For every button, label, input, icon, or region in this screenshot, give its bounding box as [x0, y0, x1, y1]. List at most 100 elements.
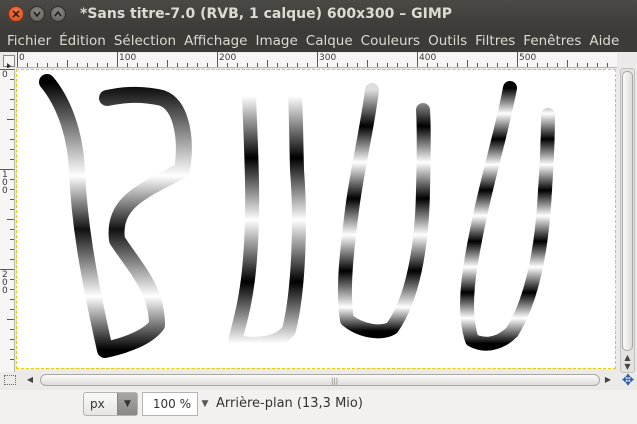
ruler-tick — [287, 63, 288, 67]
ruler-tick — [247, 63, 248, 67]
ruler-tick — [237, 63, 238, 67]
menu-outils[interactable]: Outils — [424, 33, 471, 49]
ruler-label: 200 — [2, 270, 8, 296]
ruler-tick — [10, 179, 14, 180]
minimize-button[interactable] — [29, 6, 45, 22]
maximize-button[interactable] — [50, 6, 66, 22]
ruler-tick — [10, 359, 14, 360]
menu-affichage[interactable]: Affichage — [180, 33, 251, 49]
ruler-tick — [7, 119, 14, 120]
ruler-tick — [367, 60, 368, 67]
ruler-tick — [10, 79, 14, 80]
horizontal-scroll-thumb[interactable]: ||| — [40, 374, 600, 386]
vertical-scroll-thumb[interactable] — [622, 71, 633, 351]
image-canvas[interactable] — [16, 69, 616, 369]
ruler-tick — [127, 63, 128, 67]
ruler-tick — [10, 199, 14, 200]
ruler-tick — [297, 63, 298, 67]
navigate-icon[interactable]: ✥ — [620, 372, 636, 388]
horizontal-scrollbar[interactable]: ◀ ||| ▶ — [22, 373, 615, 387]
ruler-tick — [597, 63, 598, 67]
stroke-banded — [228, 89, 306, 351]
menu-fichier[interactable]: Fichier — [3, 33, 55, 49]
ruler-tick — [557, 63, 558, 67]
ruler-tick — [87, 63, 88, 67]
ruler-tick — [197, 63, 198, 67]
brush-strokes — [39, 74, 555, 358]
quick-mask-icon[interactable] — [4, 375, 16, 385]
ruler-tick — [527, 63, 528, 67]
ruler-tick — [97, 63, 98, 67]
unit-selector[interactable]: px ▼ — [83, 392, 138, 416]
ruler-tick — [377, 63, 378, 67]
ruler-tick — [307, 63, 308, 67]
ruler-label: 300 — [319, 53, 337, 63]
ruler-tick — [407, 63, 408, 67]
ruler-tick — [567, 60, 568, 67]
menu-filtres[interactable]: Filtres — [471, 33, 519, 49]
arrow-down-icon[interactable]: ▼ — [198, 392, 212, 416]
ruler-tick — [10, 329, 14, 330]
arrow-left-icon[interactable]: ◀ — [24, 373, 36, 387]
ruler-tick — [457, 63, 458, 67]
ruler-tick — [10, 349, 14, 350]
ruler-label: 0 — [2, 70, 8, 80]
ruler-tick — [267, 60, 268, 67]
ruler-tick — [10, 209, 14, 210]
ruler-tick — [357, 63, 358, 67]
ruler-tick — [10, 249, 14, 250]
arrow-down-icon[interactable]: ▼ — [117, 393, 137, 415]
ruler-tick — [27, 63, 28, 67]
ruler-tick — [10, 289, 14, 290]
ruler-tick — [10, 149, 14, 150]
ruler-tick — [10, 299, 14, 300]
horizontal-ruler[interactable]: 0 100 200 300 400 500 — [16, 52, 617, 68]
ruler-tick — [227, 63, 228, 67]
ruler-tick — [207, 63, 208, 67]
navigate-menu-button[interactable] — [3, 55, 15, 69]
ruler-tick — [77, 63, 78, 67]
close-button[interactable] — [8, 6, 24, 22]
menu-aide[interactable]: Aide — [585, 33, 623, 49]
ruler-tick — [537, 63, 538, 67]
window-title: *Sans titre-7.0 (RVB, 1 calque) 600x300 … — [80, 6, 453, 22]
ruler-tick — [547, 63, 548, 67]
ruler-tick — [607, 63, 608, 67]
menu-edition[interactable]: Édition — [55, 33, 110, 49]
ruler-tick — [477, 63, 478, 67]
vertical-scrollbar[interactable]: ▲ ▼ — [620, 68, 635, 373]
ruler-tick — [10, 279, 14, 280]
ruler-tick — [10, 259, 14, 260]
ruler-tick — [107, 63, 108, 67]
ruler-tick — [137, 63, 138, 67]
ruler-tick — [157, 63, 158, 67]
ruler-tick — [177, 63, 178, 67]
minimize-icon — [33, 11, 41, 18]
menu-selection[interactable]: Sélection — [110, 33, 180, 49]
ruler-label: 500 — [519, 53, 537, 63]
ruler-label: 100 — [2, 170, 8, 196]
ruler-tick — [10, 139, 14, 140]
zoom-input[interactable]: 100 % — [142, 392, 198, 416]
unit-value: px — [90, 397, 105, 411]
ruler-label: 100 — [119, 53, 137, 63]
zoom-selector[interactable]: 100 % ▼ — [142, 392, 214, 416]
stroke-striped — [337, 83, 431, 339]
menu-fenetres[interactable]: Fenêtres — [519, 33, 585, 49]
menu-calque[interactable]: Calque — [302, 33, 357, 49]
arrow-right-icon[interactable]: ▶ — [602, 373, 614, 387]
menu-couleurs[interactable]: Couleurs — [357, 33, 424, 49]
ruler-tick — [397, 63, 398, 67]
ruler-tick — [327, 63, 328, 67]
ruler-tick — [37, 63, 38, 67]
menu-image[interactable]: Image — [251, 33, 301, 49]
ruler-tick — [447, 63, 448, 67]
image-workspace: 0 100 200 300 400 500 0 100 200 ▲ ▼ ◀ ||… — [0, 52, 637, 390]
ruler-label: 400 — [419, 53, 437, 63]
title-bar: *Sans titre-7.0 (RVB, 1 calque) 600x300 … — [0, 0, 637, 29]
ruler-label: 0 — [19, 53, 25, 63]
ruler-tick — [187, 63, 188, 67]
ruler-tick — [57, 63, 58, 67]
ruler-tick — [167, 60, 168, 67]
vertical-ruler[interactable]: 0 100 200 — [0, 68, 15, 372]
